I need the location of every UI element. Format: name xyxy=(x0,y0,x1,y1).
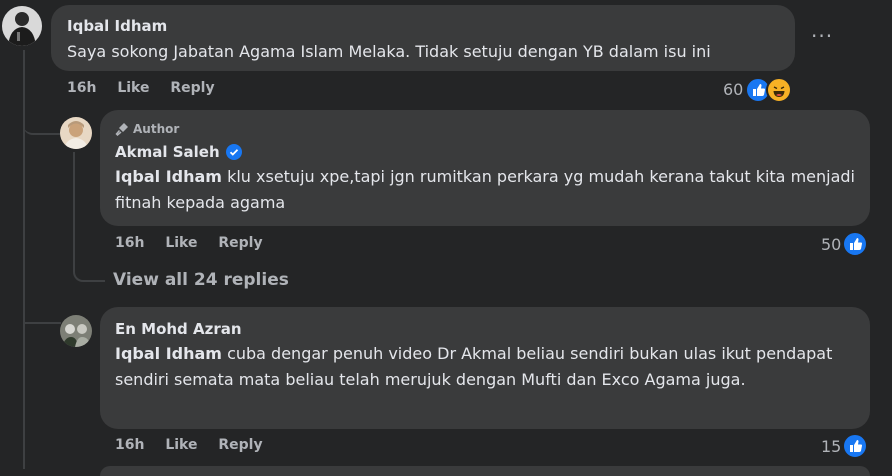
more-options-button[interactable]: ··· xyxy=(811,24,833,48)
comment-actions: 16h Like Reply xyxy=(67,80,231,96)
thread-connector-reply2 xyxy=(25,322,61,324)
reply-text-body: cuba dengar penuh video Dr Akmal beliau … xyxy=(115,344,833,389)
reply-text: Iqbal Idham cuba dengar penuh video Dr A… xyxy=(115,341,855,393)
reply-author-name: Akmal Saleh xyxy=(115,143,242,161)
reply-button[interactable]: Reply xyxy=(218,437,262,453)
reply-time[interactable]: 16h xyxy=(115,235,144,251)
view-all-replies-link[interactable]: View all 24 replies xyxy=(113,270,289,290)
reply-text: Iqbal Idham klu xsetuju xpe,tapi jgn rum… xyxy=(115,164,855,216)
like-button[interactable]: Like xyxy=(165,437,197,453)
reply-bubble: Author Akmal Saleh Iqbal Idham klu xsetu… xyxy=(100,110,870,226)
mention-link[interactable]: Iqbal Idham xyxy=(115,167,222,186)
avatar[interactable] xyxy=(60,315,92,347)
haha-icon xyxy=(766,77,792,103)
thread-connector-viewall xyxy=(73,262,105,282)
thread-line-main xyxy=(23,50,25,469)
avatar-photo-icon xyxy=(60,117,92,149)
reply-button[interactable]: Reply xyxy=(170,80,214,96)
comment-time[interactable]: 16h xyxy=(67,80,96,96)
next-reply-bubble-edge xyxy=(100,466,870,476)
like-button[interactable]: Like xyxy=(117,80,149,96)
thread-connector-reply1 xyxy=(23,115,61,135)
reply-bubble: En Mohd Azran Iqbal Idham cuba dengar pe… xyxy=(100,307,870,429)
reply-author-link[interactable]: Akmal Saleh xyxy=(115,143,220,161)
microphone-icon xyxy=(115,123,128,136)
reply-text-body: klu xsetuju xpe,tapi jgn rumitkan perkar… xyxy=(115,167,855,212)
thread-line-reply1 xyxy=(73,152,75,270)
author-badge-label: Author xyxy=(133,122,180,136)
reaction-count[interactable]: 50 xyxy=(821,235,841,254)
comment-bubble: Iqbal Idham Saya sokong Jabatan Agama Is… xyxy=(51,5,795,71)
reaction-count[interactable]: 15 xyxy=(821,437,841,456)
avatar[interactable] xyxy=(60,117,92,149)
like-icon xyxy=(842,433,868,459)
author-badge: Author xyxy=(115,122,179,136)
like-button[interactable]: Like xyxy=(165,235,197,251)
avatar-photo-icon xyxy=(2,6,42,46)
reply-button[interactable]: Reply xyxy=(218,235,262,251)
reply-time[interactable]: 16h xyxy=(115,437,144,453)
reply-actions: 16h Like Reply xyxy=(115,235,279,251)
avatar[interactable] xyxy=(2,6,42,46)
verified-badge-icon xyxy=(225,144,242,160)
comment-author-name[interactable]: Iqbal Idham xyxy=(67,17,167,35)
comment-text: Saya sokong Jabatan Agama Islam Melaka. … xyxy=(67,42,711,61)
mention-link[interactable]: Iqbal Idham xyxy=(115,344,222,363)
reaction-count[interactable]: 60 xyxy=(723,80,743,99)
reply-author-name[interactable]: En Mohd Azran xyxy=(115,320,242,338)
reply-actions: 16h Like Reply xyxy=(115,437,279,453)
avatar-photo-icon xyxy=(60,315,92,347)
like-icon xyxy=(842,231,868,257)
